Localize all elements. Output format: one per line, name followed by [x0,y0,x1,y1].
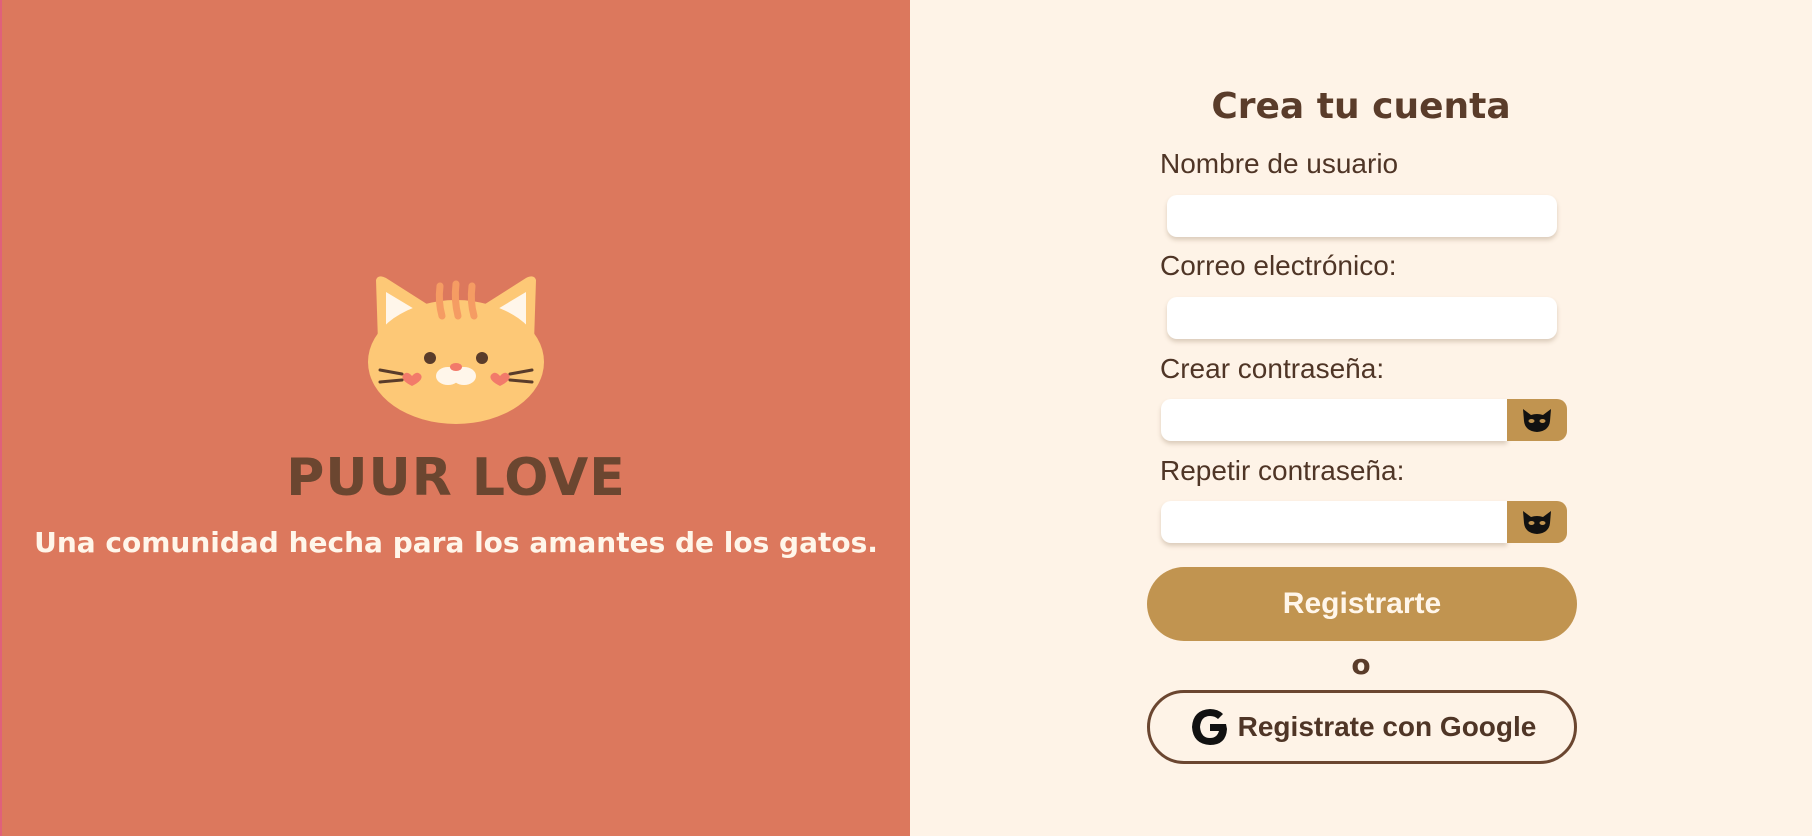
password-toggle-button[interactable] [1507,399,1567,441]
repeat-password-input[interactable] [1161,501,1507,543]
brand-name: PUUR LOVE [286,448,626,508]
username-input[interactable] [1167,195,1557,237]
google-register-label: Registrate con Google [1237,711,1537,742]
google-register-button[interactable]: Registrate con Google [1147,690,1577,764]
repeat-password-toggle-button[interactable] [1507,501,1567,543]
google-g-icon [1191,709,1227,745]
or-separator: o [1351,648,1371,681]
username-label: Nombre de usuario [1160,148,1399,179]
form-title: Crea tu cuenta [1211,86,1511,127]
register-panel: Crea tu cuenta Nombre de usuario Correo … [910,0,1812,836]
email-input[interactable] [1167,297,1557,339]
cat-mask-icon [1523,511,1551,534]
repeat-password-label: Repetir contraseña: [1160,455,1405,486]
register-button[interactable]: Registrarte [1147,567,1577,641]
password-input[interactable] [1161,399,1507,441]
email-label: Correo electrónico: [1160,250,1397,281]
password-label: Crear contraseña: [1160,353,1385,384]
cat-face-icon [368,276,544,424]
brand-panel: PUUR LOVE Una comunidad hecha para los a… [0,0,910,836]
cat-mask-icon [1523,409,1551,432]
brand-tagline: Una comunidad hecha para los amantes de … [34,526,878,559]
